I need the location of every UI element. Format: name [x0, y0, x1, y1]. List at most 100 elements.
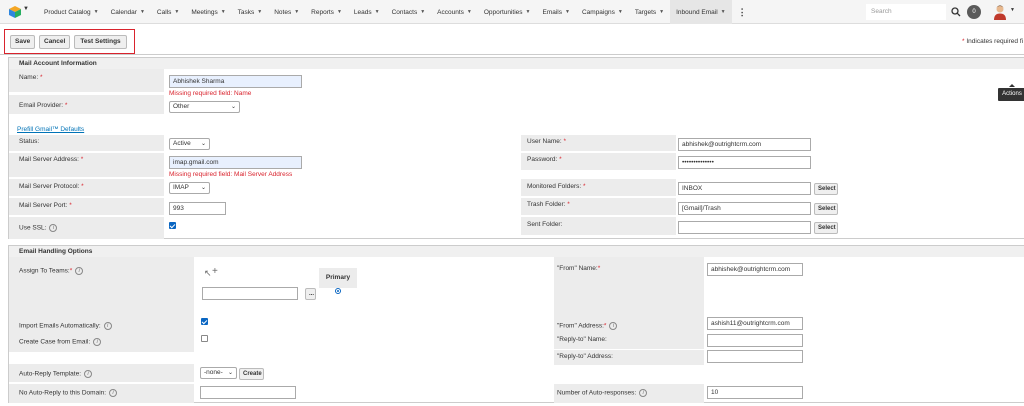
- nav-item-contacts[interactable]: Contacts ▼: [386, 0, 432, 24]
- nav-item-label: Notes: [274, 8, 292, 16]
- notification-badge[interactable]: 0: [967, 5, 981, 19]
- name-error: Missing required field: Name: [169, 90, 252, 97]
- info-icon[interactable]: i: [93, 338, 102, 346]
- app-logo-icon[interactable]: [8, 5, 22, 19]
- info-icon[interactable]: i: [609, 322, 618, 330]
- chevron-down-icon: ▼: [257, 9, 263, 15]
- sent-input[interactable]: [678, 221, 811, 234]
- create-case-checkbox[interactable]: [201, 335, 208, 342]
- trash-label: Trash Folder: *: [527, 201, 570, 208]
- chevron-down-icon: ▼: [174, 9, 180, 15]
- nav-item-label: Calendar: [110, 8, 137, 16]
- nav-item-emails[interactable]: Emails ▼: [537, 0, 576, 24]
- chevron-down-icon: ▼: [659, 9, 665, 15]
- chevron-down-icon: ▼: [720, 9, 726, 15]
- provider-select[interactable]: Other ⌄: [169, 101, 240, 113]
- nav-item-leads[interactable]: Leads ▼: [348, 0, 386, 24]
- chevron-down-icon: ▼: [466, 9, 472, 15]
- info-icon[interactable]: i: [84, 370, 93, 378]
- monitored-label: Monitored Folders: *: [527, 183, 586, 190]
- team-input[interactable]: [202, 287, 298, 300]
- avatar-caret-icon[interactable]: ▼: [1010, 7, 1015, 13]
- primary-team-radio[interactable]: [335, 288, 341, 294]
- test-settings-button[interactable]: Test Settings: [74, 35, 127, 49]
- top-nav: ▼ Product Catalog ▼ Calendar ▼ Calls ▼ Meet…: [0, 0, 1024, 24]
- chevron-down-icon: ▼: [374, 9, 380, 15]
- required-note: * Indicates required fi: [962, 38, 1023, 45]
- nav-item-reports[interactable]: Reports ▼: [305, 0, 348, 24]
- info-icon[interactable]: i: [639, 389, 648, 397]
- nav-item-inbound-email[interactable]: Inbound Email ▼: [670, 0, 732, 24]
- nav-item-calendar[interactable]: Calendar ▼: [105, 0, 151, 24]
- auto-reply-select[interactable]: -none- ⌄: [200, 367, 237, 379]
- cancel-button[interactable]: Cancel: [39, 35, 70, 49]
- chevron-down-icon: ▼: [336, 9, 342, 15]
- import-label: Import Emails Automatically: i: [19, 322, 112, 330]
- monitored-select-button[interactable]: Select: [814, 183, 838, 195]
- nav-item-tasks[interactable]: Tasks ▼: [232, 0, 269, 24]
- nav-item-product-catalog[interactable]: Product Catalog ▼: [38, 0, 105, 24]
- info-icon[interactable]: i: [103, 322, 112, 330]
- nav-item-opportunities[interactable]: Opportunities ▼: [478, 0, 537, 24]
- port-label: Mail Server Port: *: [19, 202, 72, 209]
- assign-label-cell: [9, 257, 194, 317]
- protocol-select[interactable]: IMAP ⌄: [169, 182, 210, 194]
- assign-label: Assign To Teams:* i: [19, 267, 84, 275]
- nav-item-label: Calls: [156, 8, 172, 16]
- chevron-down-icon: ▼: [420, 9, 426, 15]
- info-icon[interactable]: i: [75, 267, 84, 275]
- nav-item-calls[interactable]: Calls ▼: [151, 0, 185, 24]
- provider-label: Email Provider: *: [19, 102, 68, 109]
- nav-item-campaigns[interactable]: Campaigns ▼: [576, 0, 629, 24]
- status-select[interactable]: Active ⌄: [169, 138, 210, 150]
- toolbar-divider: [0, 54, 1024, 55]
- auto-responses-input[interactable]: 10: [707, 386, 803, 399]
- nav-menu: Product Catalog ▼ Calendar ▼ Calls ▼ Meetin…: [38, 0, 753, 24]
- username-label: User Name: *: [527, 138, 567, 145]
- trash-input[interactable]: [Gmail]/Trash: [678, 202, 811, 215]
- nav-item-label: Reports: [311, 8, 334, 16]
- sent-select-button[interactable]: Select: [814, 222, 838, 234]
- nav-item-meetings[interactable]: Meetings ▼: [185, 0, 231, 24]
- from-name-input[interactable]: abhishek@outrightcrm.com: [707, 263, 803, 276]
- info-icon[interactable]: i: [49, 224, 58, 232]
- more-menu-icon[interactable]: ⋮: [732, 0, 753, 24]
- search-input[interactable]: Search: [866, 4, 946, 20]
- import-checkbox[interactable]: [201, 318, 208, 325]
- name-input[interactable]: Abhishek Sharma: [169, 75, 302, 88]
- server-input[interactable]: imap.gmail.com: [169, 156, 302, 169]
- nav-item-label: Leads: [353, 8, 372, 16]
- info-icon[interactable]: i: [109, 389, 118, 397]
- password-label: Password: *: [527, 156, 562, 163]
- password-input[interactable]: ••••••••••••••: [678, 156, 811, 169]
- logo-caret-icon[interactable]: ▼: [23, 6, 29, 12]
- team-select-cursor-icon[interactable]: ↖: [204, 268, 212, 279]
- search-icon[interactable]: [951, 7, 961, 17]
- no-auto-reply-input[interactable]: [200, 386, 296, 399]
- email-handling-panel: Email Handling Options Assign To Teams:*…: [8, 245, 1024, 403]
- reply-to-address-input[interactable]: [707, 350, 803, 363]
- from-address-input[interactable]: ashish11@outrightcrm.com: [707, 317, 803, 330]
- trash-select-button[interactable]: Select: [814, 203, 838, 215]
- nav-item-notes[interactable]: Notes ▼: [268, 0, 305, 24]
- nav-item-targets[interactable]: Targets ▼: [629, 0, 670, 24]
- server-label: Mail Server Address: *: [19, 156, 84, 163]
- team-select-button[interactable]: ...: [305, 288, 316, 300]
- ssl-checkbox[interactable]: [169, 222, 176, 229]
- create-template-button[interactable]: Create: [239, 368, 264, 380]
- prefill-gmail-link[interactable]: Prefill Gmail™ Defaults: [17, 126, 84, 133]
- chevron-down-icon: ▼: [93, 9, 99, 15]
- port-input[interactable]: 993: [169, 202, 226, 215]
- protocol-label: Mail Server Protocol: *: [19, 183, 84, 190]
- save-button[interactable]: Save: [10, 35, 35, 49]
- avatar-icon[interactable]: [993, 4, 1007, 20]
- add-team-icon[interactable]: +: [212, 266, 218, 277]
- nav-item-accounts[interactable]: Accounts ▼: [431, 0, 478, 24]
- server-error: Missing required field: Mail Server Addr…: [169, 171, 293, 178]
- from-name-label: "From" Name:*: [557, 265, 601, 272]
- monitored-input[interactable]: INBOX: [678, 182, 811, 195]
- reply-to-name-input[interactable]: [707, 334, 803, 347]
- create-case-label: Create Case from Email: i: [19, 338, 102, 346]
- username-input[interactable]: abhishek@outrightcrm.com: [678, 138, 811, 151]
- chevron-down-icon: ⌄: [227, 370, 233, 376]
